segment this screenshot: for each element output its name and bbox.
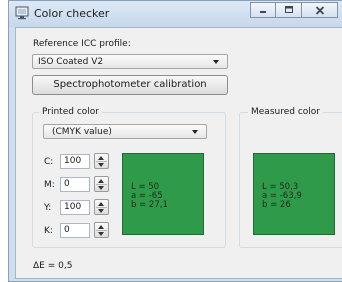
measured-color-title: Measured color [248, 107, 323, 117]
caption-buttons [250, 2, 338, 18]
cyan-label: C: [44, 157, 54, 167]
printed-color-title: Printed color [39, 107, 102, 117]
reference-profile-label: Reference ICC profile: [33, 39, 131, 49]
measured-lab-b: b = 26 [262, 200, 291, 210]
window-title: Color checker [34, 7, 110, 20]
magenta-input[interactable]: 0 [60, 177, 90, 192]
magenta-label: M: [44, 180, 55, 190]
maximize-button[interactable] [276, 2, 302, 18]
icc-profile-select[interactable]: ISO Coated V2 [32, 54, 228, 69]
spin-up-icon[interactable] [98, 156, 104, 160]
black-input[interactable]: 0 [60, 223, 90, 238]
maximize-icon [284, 6, 293, 13]
spin-up-icon[interactable] [98, 202, 104, 206]
minimize-button[interactable] [250, 2, 276, 18]
delta-e-readout: ΔE = 0,5 [33, 261, 73, 271]
spin-down-icon[interactable] [98, 209, 104, 213]
spin-down-icon[interactable] [98, 163, 104, 167]
yellow-input[interactable]: 100 [60, 200, 90, 215]
chevron-down-icon [192, 130, 198, 134]
close-button[interactable] [302, 2, 338, 18]
spin-down-icon[interactable] [98, 186, 104, 190]
cyan-stepper[interactable] [94, 153, 109, 169]
color-checker-window: Color checker Reference ICC profile: ISO… [8, 0, 342, 282]
chevron-down-icon [213, 60, 219, 64]
close-icon [315, 5, 324, 15]
title-bar[interactable]: Color checker [9, 1, 342, 27]
printed-color-swatch: L = 50 a = -65 b = 27,1 [122, 153, 204, 235]
black-label: K: [44, 226, 53, 236]
icc-profile-value: ISO Coated V2 [38, 57, 104, 67]
yellow-label: Y: [44, 203, 52, 213]
color-mode-value: (CMYK value) [52, 127, 112, 137]
monitor-icon [15, 6, 29, 20]
yellow-stepper[interactable] [94, 199, 109, 215]
printed-color-group: Printed color (CMYK value) C: 100 M: 0 Y… [32, 107, 226, 248]
spin-up-icon[interactable] [98, 225, 104, 229]
measured-color-group: Measured color L = 50,3 a = -63,9 b = 26 [239, 107, 342, 248]
client-area: Reference ICC profile: ISO Coated V2 Spe… [15, 27, 342, 279]
black-stepper[interactable] [94, 222, 109, 238]
cyan-input[interactable]: 100 [60, 154, 90, 169]
magenta-stepper[interactable] [94, 176, 109, 192]
minimize-icon [260, 11, 266, 13]
spin-down-icon[interactable] [98, 232, 104, 236]
spectrophotometer-calibration-button[interactable]: Spectrophotometer calibration [32, 75, 228, 95]
spin-up-icon[interactable] [98, 179, 104, 183]
printed-lab-b: b = 27,1 [131, 200, 168, 210]
color-mode-select[interactable]: (CMYK value) [43, 124, 207, 139]
measured-color-swatch: L = 50,3 a = -63,9 b = 26 [253, 153, 335, 235]
